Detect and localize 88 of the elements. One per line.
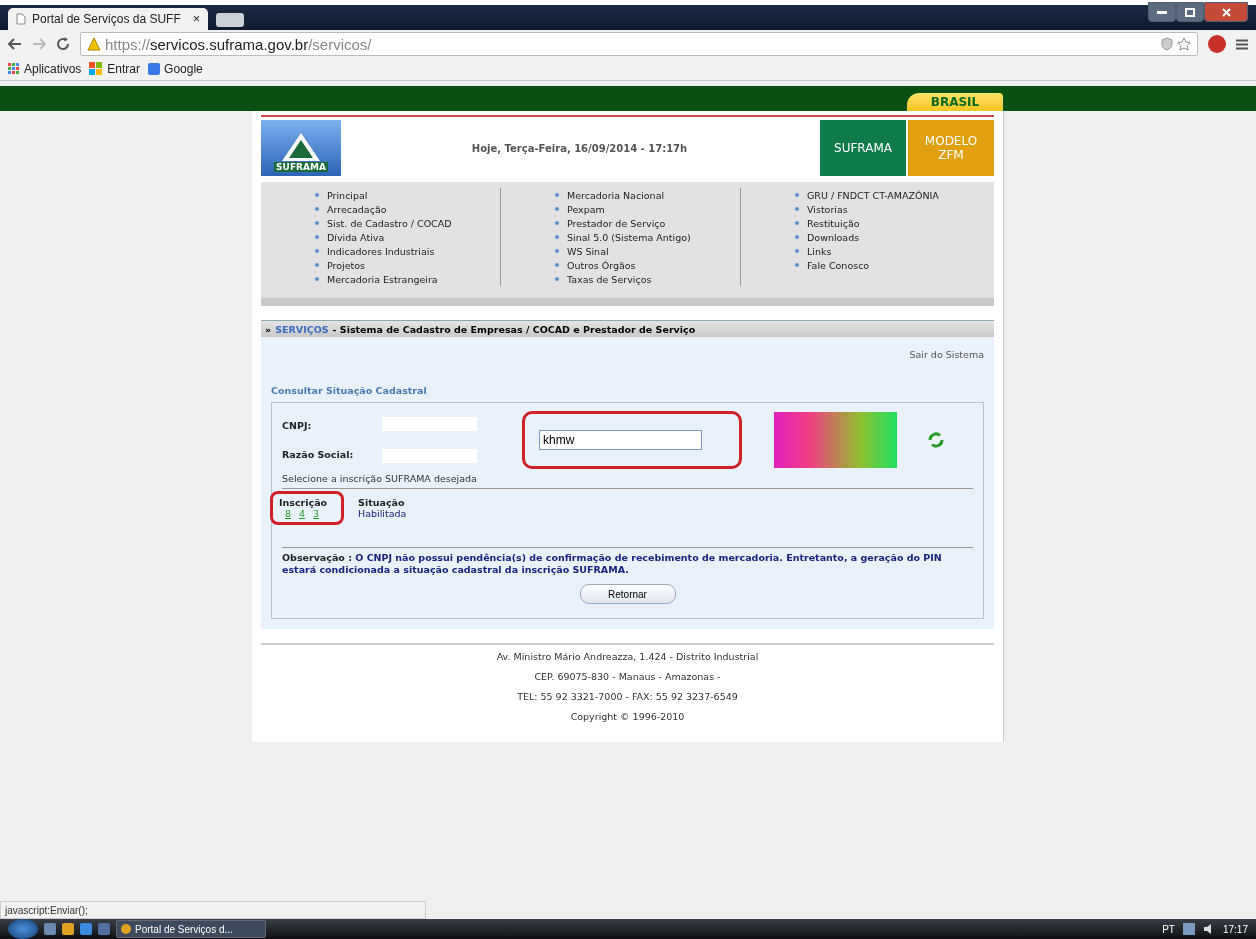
address-bar[interactable]: https://servicos.suframa.gov.br/servicos/: [80, 32, 1198, 56]
bullet-icon: [315, 263, 319, 267]
date-text: Hoje, Terça-Feira, 16/09/2014 - 17:17h: [470, 142, 689, 154]
bullet-icon: [555, 249, 559, 253]
menu-link[interactable]: Arrecadação: [327, 203, 387, 215]
menu-link[interactable]: Sinal 5.0 (Sistema Antigo): [567, 231, 691, 243]
menu-link[interactable]: Outros Órgãos: [567, 259, 636, 271]
bullet-icon: [555, 207, 559, 211]
bullet-icon: [315, 277, 319, 281]
minimize-icon: [1157, 10, 1167, 14]
breadcrumb-marker: »: [265, 323, 272, 335]
reload-icon[interactable]: [56, 37, 70, 51]
bullet-icon: [315, 249, 319, 253]
bookmark-link[interactable]: Aplicativos: [8, 62, 82, 76]
bullet-icon: [795, 249, 799, 253]
breadcrumb-title: - Sistema de Cadastro de Empresas / COCAD e Prestador de Serviço: [332, 323, 696, 335]
bullet-icon: [555, 193, 559, 197]
menu-link[interactable]: Links: [807, 245, 832, 257]
razao-social-label: Razão Social:: [282, 449, 355, 460]
bullet-icon: [315, 193, 319, 197]
cnpj-label: CNPJ:: [282, 420, 313, 431]
suframa-logo[interactable]: SUFRAMA: [261, 120, 341, 176]
windows-logo-icon: [89, 62, 104, 76]
back-arrow-icon[interactable]: [8, 38, 22, 50]
star-icon[interactable]: [1177, 37, 1191, 51]
header-link[interactable]: SUFRAMA: [820, 120, 906, 176]
bullet-icon: [795, 221, 799, 225]
minimize-button[interactable]: [1148, 2, 1176, 22]
footer-text: TEL: 55 92 3321-7000 - FAX: 55 92 3237-6549: [517, 691, 738, 702]
menu-link[interactable]: Sist. de Cadastro / COCAD: [327, 217, 452, 229]
menu-link[interactable]: Vistorias: [807, 203, 848, 215]
footer-text: Av. Ministro Mário Andreazza, 1.424 - Distrito Industrial: [496, 651, 759, 662]
column-header: Inscrição: [279, 497, 328, 508]
menu-link[interactable]: Dívida Ativa: [327, 231, 385, 243]
start-button[interactable]: [8, 919, 38, 939]
bullet-icon: [795, 207, 799, 211]
bullet-icon: [795, 263, 799, 267]
status-text: Habilitada: [358, 508, 407, 519]
menu-icon[interactable]: [1236, 38, 1248, 50]
section-title: Consultar Situação Cadastral: [271, 385, 428, 396]
menu-link[interactable]: Mercadoria Nacional: [567, 189, 665, 201]
breadcrumb-link[interactable]: SERVIÇOS: [275, 323, 329, 335]
select-prompt: Selecione a inscrição SUFRAMA desejada: [282, 473, 973, 489]
bullet-icon: [795, 193, 799, 197]
bullet-icon: [795, 235, 799, 239]
clock-text[interactable]: 17:17: [1222, 923, 1248, 935]
menu-link[interactable]: Restituição: [807, 217, 860, 229]
page-icon: [16, 13, 26, 25]
menu-link[interactable]: WS Sinal: [567, 245, 609, 257]
observation-text: Observação : O CNPJ não possui pendência(s) de confirmação de recebimento de mercadoria. Entretanto, a geração do PIN estará condicionada a situação cadastral da inscrição SUFRAMA.: [282, 547, 973, 576]
bullet-icon: [315, 221, 319, 225]
browser-tab[interactable]: Portal de Serviços da SUFF ×: [8, 8, 208, 30]
warning-lock-icon: [87, 37, 101, 51]
bullet-icon: [555, 221, 559, 225]
maximize-button[interactable]: [1176, 2, 1204, 22]
menu-link[interactable]: Mercadoria Estrangeira: [327, 273, 438, 285]
bookmark-link[interactable]: Google: [148, 62, 203, 76]
bullet-icon: [315, 207, 319, 211]
captcha-input[interactable]: khmw: [539, 430, 702, 450]
tab-close-button[interactable]: ×: [193, 12, 200, 26]
menu-link[interactable]: Fale Conosco: [807, 259, 870, 271]
bookmark-link[interactable]: Entrar: [89, 62, 141, 76]
footer-text: CEP. 69075-830 - Manaus - Amazonas -: [534, 671, 721, 682]
language-indicator[interactable]: PT: [1162, 923, 1175, 935]
menu-link[interactable]: Pexpam: [567, 203, 605, 215]
menu-link[interactable]: Prestador de Serviço: [567, 217, 666, 229]
status-bar-text: javascript:Enviar();: [0, 901, 426, 919]
bullet-icon: [555, 235, 559, 239]
menu-link[interactable]: Taxas de Serviços: [567, 273, 652, 285]
restore-icon: [1185, 7, 1195, 17]
menu-link[interactable]: Downloads: [807, 231, 860, 243]
close-icon: [1221, 7, 1231, 17]
column-header: Situação: [358, 497, 406, 508]
apps-grid-icon: [8, 63, 20, 75]
menu-link[interactable]: Projetos: [327, 259, 366, 271]
menu-link[interactable]: Principal: [327, 189, 368, 201]
menu-link[interactable]: GRU / FNDCT CT-AMAZÔNIA: [807, 189, 939, 201]
menu-link[interactable]: Indicadores Industriais: [327, 245, 435, 257]
footer-text: Copyright © 1996-2010: [570, 711, 685, 722]
logout-link[interactable]: Sair do Sistema: [909, 349, 984, 360]
bullet-icon: [315, 235, 319, 239]
triangle-logo-icon: [281, 132, 321, 162]
return-button[interactable]: Retornar: [579, 584, 676, 604]
taskbar-item[interactable]: Portal de Serviços d...: [116, 920, 266, 938]
refresh-icon[interactable]: [927, 431, 945, 449]
bullet-icon: [555, 263, 559, 267]
bullet-icon: [555, 277, 559, 281]
close-button[interactable]: [1204, 2, 1248, 22]
